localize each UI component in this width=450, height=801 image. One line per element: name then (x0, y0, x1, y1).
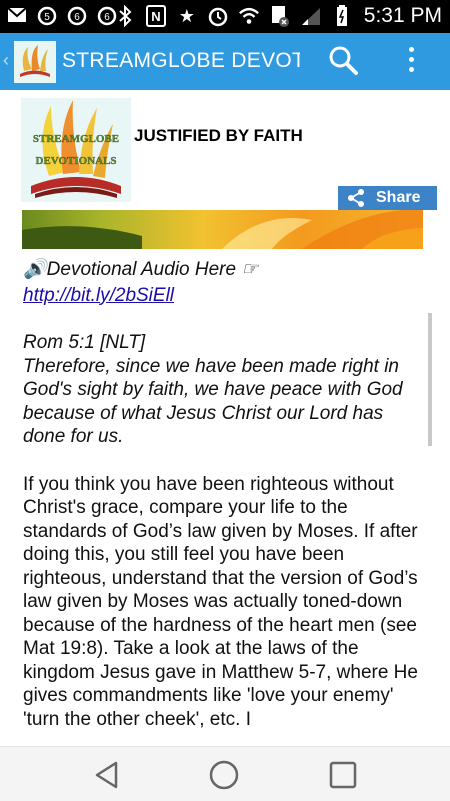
nfc-icon: N (145, 5, 167, 27)
back-icon[interactable] (91, 759, 123, 791)
post-title: JUSTIFIED BY FAITH (134, 126, 303, 145)
recents-icon[interactable] (327, 759, 359, 791)
app-logo[interactable] (14, 41, 56, 83)
wifi-icon (238, 5, 260, 27)
logo-text-line1: STREAMGLOBE (33, 133, 119, 145)
app-title: STREAMGLOBE DEVOTIONALS (62, 49, 300, 72)
action-bar: ‹ STREAMGLOBE DEVOTIONALS (0, 33, 450, 90)
alarm-icon: 5 (36, 4, 58, 26)
mail-icon (6, 4, 28, 26)
header-flower-image (22, 210, 423, 249)
signal-icon (300, 5, 322, 27)
navigation-bar (0, 746, 450, 801)
verse-ref: Rom 5:1 [NLT] (23, 332, 146, 353)
share-icon (346, 188, 368, 208)
home-icon[interactable] (208, 759, 240, 791)
search-icon[interactable] (328, 45, 360, 77)
post-content: 🔊Devotional Audio Here ☞ http://bit.ly/2… (23, 258, 423, 731)
up-caret-icon[interactable]: ‹ (3, 50, 9, 71)
no-sim-icon (269, 5, 291, 27)
battery-icon (331, 5, 353, 27)
clock-time: 5:31 PM (363, 4, 442, 27)
post-logo-image: STREAMGLOBE DEVOTIONALS (21, 98, 131, 210)
bluetooth-icon (114, 5, 136, 27)
verse-reference: Rom 5:1 [NLT] Therefore, since we have be… (23, 331, 423, 449)
audio-label: 🔊Devotional Audio Here ☞ (23, 259, 259, 280)
logo-text-line2: DEVOTIONALS (35, 155, 116, 167)
svg-text:6: 6 (104, 12, 110, 23)
alarm-icon: 6 (66, 4, 88, 26)
audio-link[interactable]: http://bit.ly/2bSiEll (23, 284, 174, 308)
svg-text:N: N (151, 9, 160, 24)
star-icon: ★ (178, 5, 195, 26)
overflow-menu-icon[interactable] (404, 47, 418, 77)
devotional-body: If you think you have been righteous wit… (23, 473, 418, 730)
alarm-clock-icon (207, 5, 229, 27)
status-bar: 5 6 6 N ★ 5:31 PM (0, 0, 450, 33)
verse-text: Therefore, since we have been made right… (23, 355, 403, 448)
scrollbar[interactable] (428, 313, 432, 446)
svg-text:5: 5 (44, 12, 50, 23)
share-label: Share (376, 189, 421, 206)
svg-text:6: 6 (74, 12, 80, 23)
share-button[interactable]: Share (338, 186, 437, 210)
